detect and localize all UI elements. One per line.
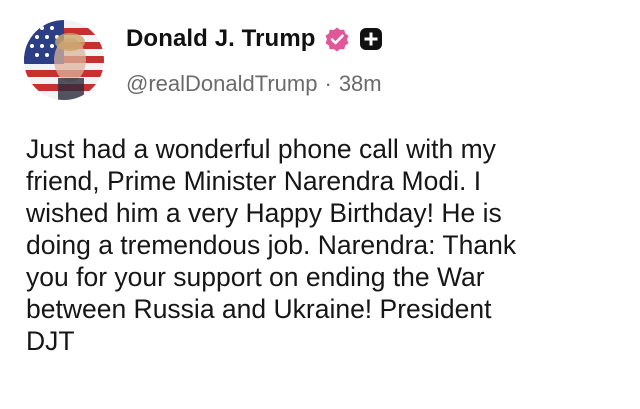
author-handle[interactable]: @realDonaldTrump	[126, 71, 317, 97]
plus-badge-icon	[358, 26, 384, 52]
verified-badge-icon	[324, 26, 350, 52]
handle-row: @realDonaldTrump · 38m	[126, 70, 384, 98]
separator-dot: ·	[324, 71, 332, 96]
author-name[interactable]: Donald J. Trump	[126, 25, 316, 53]
avatar[interactable]	[24, 20, 104, 100]
name-row: Donald J. Trump	[126, 22, 384, 56]
post-header: Donald J. Trump @realDonaldTrump · 38m	[126, 22, 384, 98]
social-post: Donald J. Trump @realDonaldTrump · 38m J…	[0, 0, 640, 409]
post-text: Just had a wonderful phone call with my …	[26, 134, 517, 356]
flag-portrait-avatar-image	[24, 20, 104, 100]
post-time[interactable]: 38m	[339, 71, 382, 97]
